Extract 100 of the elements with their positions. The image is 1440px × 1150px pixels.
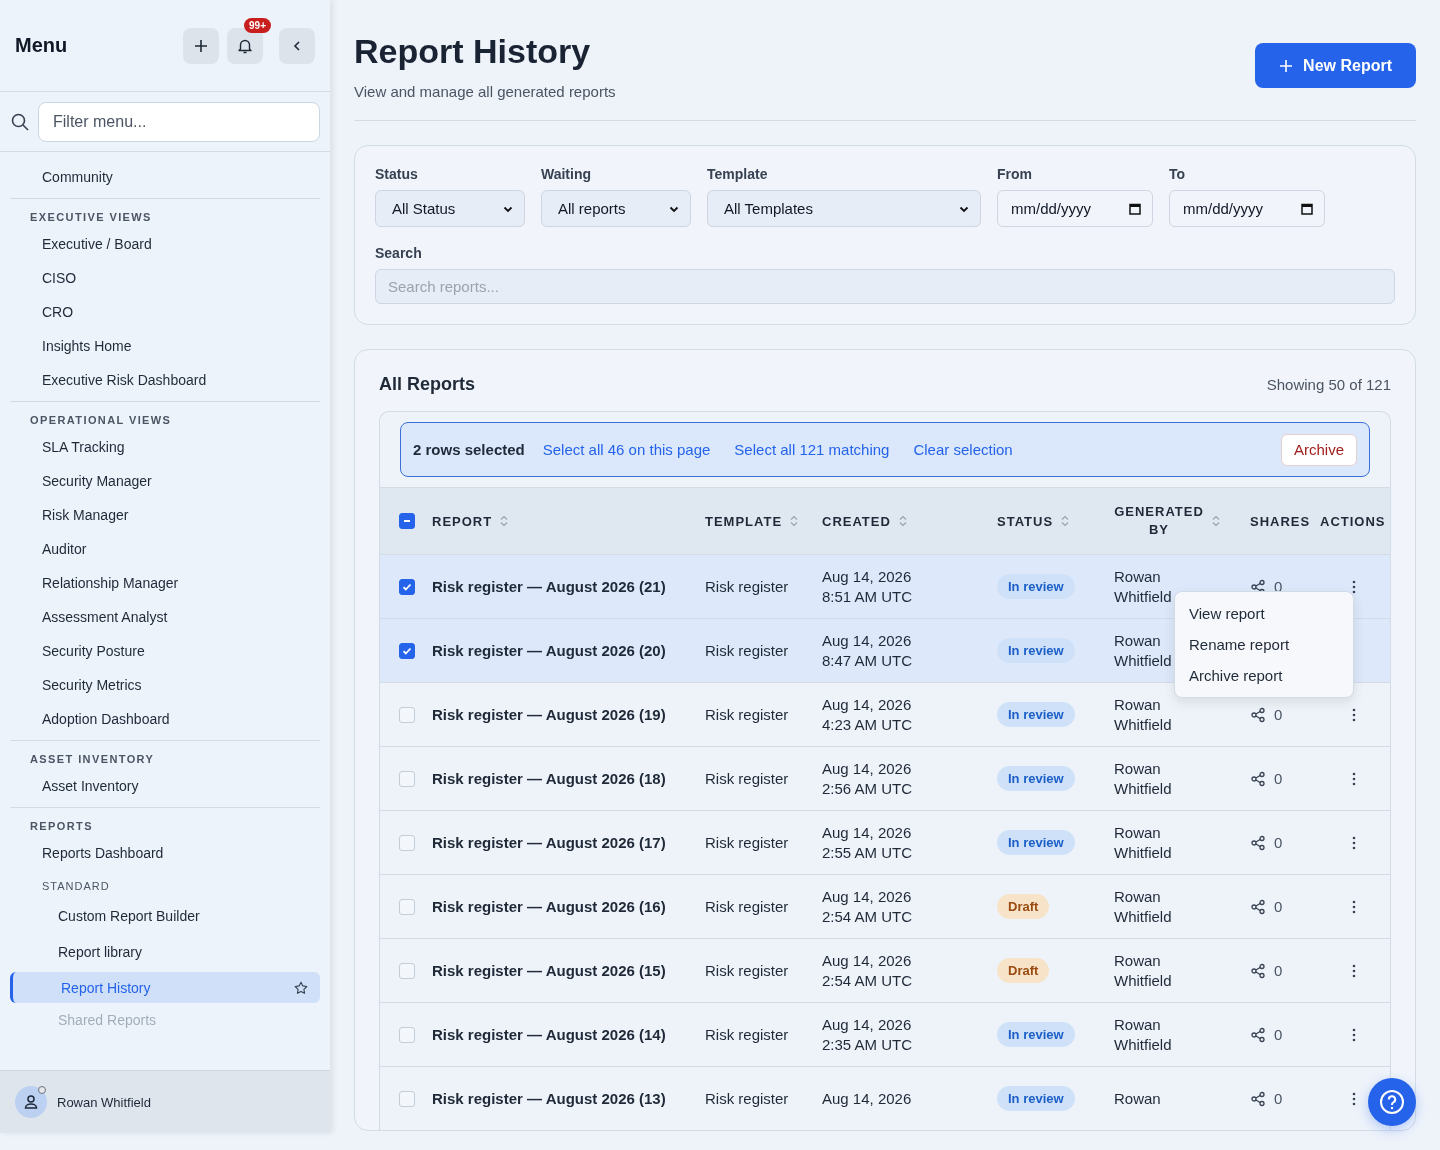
template-cell: Risk register (705, 1026, 789, 1043)
menu-item[interactable]: Security Manager (10, 464, 320, 498)
vertical-dots-icon (1352, 963, 1356, 978)
vertical-dots-icon (1352, 579, 1356, 594)
share-count: 0 (1274, 770, 1283, 787)
menu-item[interactable]: Custom Report Builder (10, 898, 320, 934)
column-header[interactable]: STATUS (997, 513, 1054, 529)
menu-item[interactable]: SLA Tracking (10, 430, 320, 464)
created-date: Aug 14, 2026 (822, 822, 912, 843)
selection-link[interactable]: Select all 46 on this page (542, 441, 711, 458)
report-name[interactable]: Risk register — August 2026 (17) (432, 834, 666, 851)
menu-item[interactable]: Insights Home (10, 329, 320, 363)
menu-item[interactable]: Relationship Manager (10, 566, 320, 600)
template-cell: Risk register (705, 578, 789, 595)
column-header[interactable]: CREATED (822, 513, 891, 529)
generated-by-cell-text: Rowan (1114, 1088, 1162, 1109)
menu-item[interactable]: Adoption Dashboard (10, 702, 320, 736)
new-report-button[interactable]: New Report (1255, 43, 1416, 88)
star-icon[interactable] (294, 980, 308, 995)
menu-item[interactable]: Risk Manager (10, 498, 320, 532)
menu-item[interactable]: Security Posture (10, 634, 320, 668)
vertical-dots-icon (1352, 1027, 1356, 1042)
created-time: 2:54 AM UTC (822, 970, 913, 991)
menu-item[interactable]: Assessment Analyst (10, 600, 320, 634)
selection-link[interactable]: Clear selection (913, 441, 1013, 458)
report-name[interactable]: Risk register — August 2026 (19) (432, 706, 666, 723)
status-pill: In review (997, 1086, 1075, 1111)
filter-dropdown[interactable]: All reports (541, 190, 691, 227)
filter-menu-field[interactable]: Filter menu... (38, 101, 320, 142)
share-count: 0 (1274, 898, 1283, 915)
menu-item[interactable]: Executive / Board (10, 227, 320, 261)
report-name[interactable]: Risk register — August 2026 (21) (432, 578, 666, 595)
filter-label: Search (375, 245, 423, 261)
vertical-dots-icon (1352, 899, 1356, 914)
created-time: 2:55 AM UTC (822, 842, 913, 863)
filter-dropdown[interactable]: All Status (375, 190, 525, 227)
date-field[interactable]: mm/dd/yyyy (1169, 190, 1325, 227)
share-icon (1250, 770, 1266, 787)
share-count: 0 (1274, 834, 1283, 851)
template-cell: Risk register (705, 642, 789, 659)
created-date: Aug 14, 2026 (822, 1088, 912, 1109)
column-header[interactable]: TEMPLATE (705, 513, 783, 529)
filter-dropdown[interactable]: All Templates (707, 190, 981, 227)
menu-option[interactable]: View report (1175, 598, 1353, 629)
share-count: 0 (1274, 706, 1283, 723)
created-date: Aug 14, 2026 (822, 758, 912, 779)
report-name[interactable]: Risk register — August 2026 (16) (432, 898, 666, 915)
created-time: 2:35 AM UTC (822, 1034, 913, 1055)
template-cell: Risk register (705, 962, 789, 979)
notifications-button[interactable] (227, 27, 263, 64)
column-header[interactable]: ACTIONS (1320, 513, 1386, 529)
row-checkbox[interactable] (399, 578, 415, 595)
selection-link[interactable]: Select all 121 matching (734, 441, 890, 458)
created-time: 4:23 AM UTC (822, 714, 913, 735)
section-heading: REPORTS (29, 819, 94, 834)
section-heading: OPERATIONAL VIEWS (29, 413, 173, 428)
menu-item[interactable]: Community (10, 160, 320, 194)
menu-item[interactable]: CRO (10, 295, 320, 329)
date-field[interactable]: mm/dd/yyyy (997, 190, 1153, 227)
status-pill: In review (997, 1022, 1075, 1047)
section-title: All Reports (379, 374, 475, 395)
created-date: Aug 14, 2026 (822, 886, 912, 907)
report-name[interactable]: Risk register — August 2026 (13) (432, 1090, 666, 1107)
generated-by-cell-text: Rowan Whitfield (1114, 950, 1173, 991)
menu-item[interactable]: Auditor (10, 532, 320, 566)
report-name[interactable]: Risk register — August 2026 (18) (432, 770, 666, 787)
vertical-dots-icon (1352, 707, 1356, 722)
search-field[interactable]: Search reports... (375, 269, 1395, 304)
menu-item[interactable]: Executive Risk Dashboard (10, 363, 320, 397)
report-name[interactable]: Risk register — August 2026 (20) (432, 642, 666, 659)
filter-label: From (997, 166, 1033, 182)
menu-item[interactable]: Report History (10, 972, 320, 1003)
generated-by-cell-text: Rowan Whitfield (1114, 822, 1173, 863)
add-button[interactable] (183, 27, 219, 64)
menu-option[interactable]: Archive report (1175, 660, 1353, 691)
menu-option[interactable]: Rename report (1175, 629, 1353, 660)
user-footer[interactable]: Rowan Whitfield (0, 1070, 330, 1133)
template-cell: Risk register (705, 1090, 789, 1107)
question-mark-icon (1379, 1089, 1405, 1115)
created-time: 8:47 AM UTC (822, 650, 913, 671)
generated-by-cell-text: Rowan Whitfield (1114, 758, 1173, 799)
column-header[interactable]: GENERATED BY (1114, 503, 1204, 539)
column-header[interactable]: REPORT (432, 513, 493, 529)
section-heading: ASSET INVENTORY (29, 752, 156, 767)
column-header[interactable]: SHARES (1250, 513, 1311, 529)
generated-by-cell-text: Rowan Whitfield (1114, 1014, 1173, 1055)
report-name[interactable]: Risk register — August 2026 (14) (432, 1026, 666, 1043)
menu-item[interactable]: Reports Dashboard (10, 836, 320, 870)
menu-item[interactable]: CISO (10, 261, 320, 295)
menu-item[interactable]: Report library (10, 934, 320, 970)
archive-button[interactable]: Archive (1280, 433, 1357, 466)
plus-icon (1279, 58, 1294, 73)
report-name[interactable]: Risk register — August 2026 (15) (432, 962, 666, 979)
created-time: 2:54 AM UTC (822, 906, 913, 927)
menu-item[interactable]: Security Metrics (10, 668, 320, 702)
vertical-dots-icon (1352, 835, 1356, 850)
select-all-checkbox[interactable] (399, 513, 415, 529)
menu-item[interactable]: Asset Inventory (10, 769, 320, 803)
row-checkbox[interactable] (399, 642, 415, 659)
user-name: Rowan Whitfield (57, 1094, 151, 1110)
